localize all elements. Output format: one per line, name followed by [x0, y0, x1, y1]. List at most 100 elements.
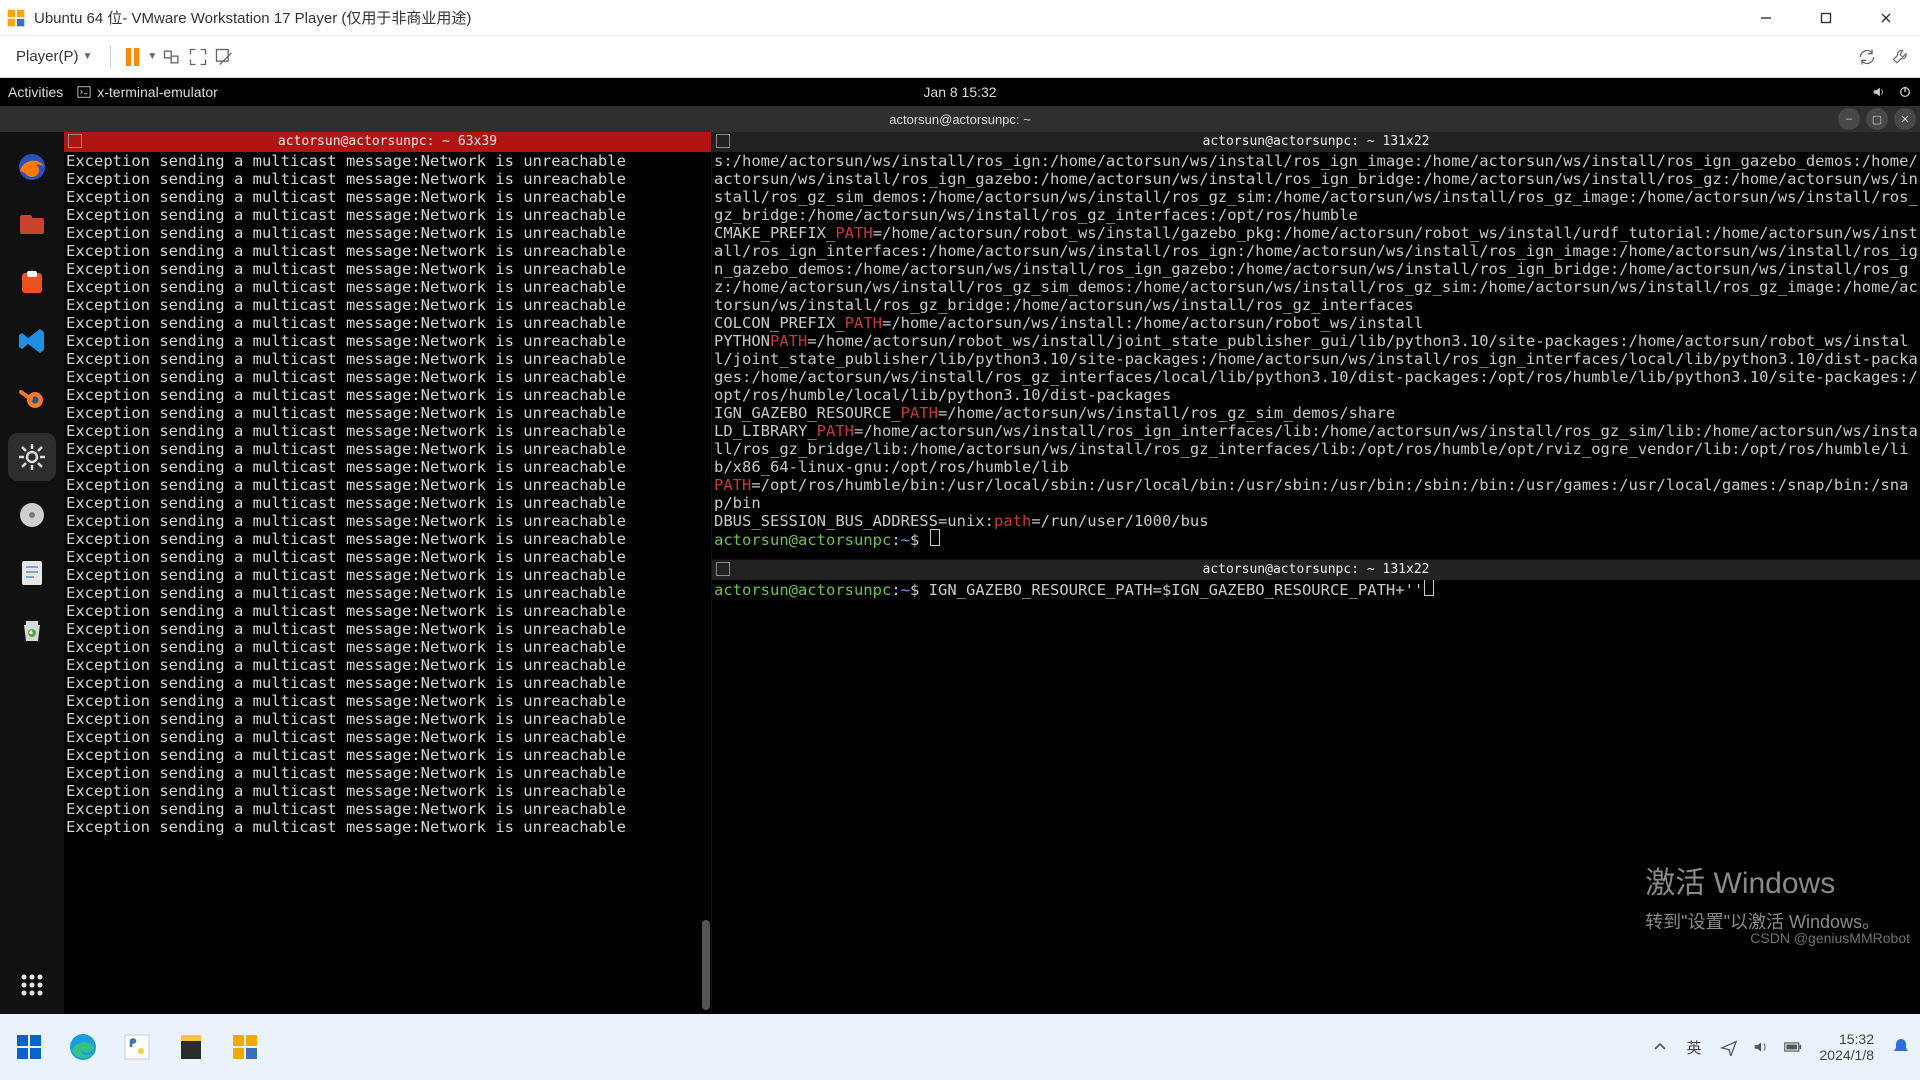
- terminal-icon: [77, 85, 91, 99]
- env-line: s:/home/actorsun/ws/install/ros_ign:/hom…: [714, 152, 1918, 224]
- player-menu-label: Player(P): [16, 48, 79, 65]
- wm-close-button[interactable]: ✕: [1894, 108, 1916, 130]
- dock-text-editor[interactable]: [8, 549, 56, 597]
- host-close-button[interactable]: [1856, 0, 1916, 36]
- start-button[interactable]: [10, 1028, 48, 1066]
- pane-titlebar: actorsun@actorsunpc: ~ 63x39: [64, 132, 711, 152]
- scrollbar[interactable]: [701, 152, 711, 1014]
- env-line: DBUS_SESSION_BUS_ADDRESS=unix:path=/run/…: [714, 512, 1918, 530]
- wm-maximize-button[interactable]: ▢: [1866, 108, 1888, 130]
- chevron-down-icon[interactable]: ▼: [147, 51, 157, 62]
- prompt-line[interactable]: actorsun@actorsunpc:~$ IGN_GAZEBO_RESOUR…: [714, 580, 1918, 599]
- host-window-titlebar: Ubuntu 64 位- VMware Workstation 17 Playe…: [0, 0, 1920, 36]
- prompt-line[interactable]: actorsun@actorsunpc:~$: [714, 530, 1918, 549]
- tray-clock[interactable]: 15:32 2024/1/8: [1820, 1031, 1875, 1063]
- log-line: Exception sending a multicast message:Ne…: [66, 296, 709, 314]
- dock-firefox[interactable]: [8, 143, 56, 191]
- player-menu[interactable]: Player(P) ▼: [8, 44, 100, 69]
- power-icon[interactable]: [1898, 85, 1912, 99]
- tray-chevron-up-icon[interactable]: [1652, 1039, 1668, 1055]
- vmware-toolbar: Player(P) ▼ ▼: [0, 36, 1920, 78]
- tray-ime-indicator[interactable]: 英: [1686, 1037, 1701, 1058]
- log-line: Exception sending a multicast message:Ne…: [66, 674, 709, 692]
- log-line: Exception sending a multicast message:Ne…: [66, 386, 709, 404]
- log-line: Exception sending a multicast message:Ne…: [66, 422, 709, 440]
- wm-minimize-button[interactable]: –: [1838, 108, 1860, 130]
- fullscreen-button[interactable]: [187, 46, 209, 68]
- terminal-window-titlebar[interactable]: actorsun@actorsunpc: ~ – ▢ ✕: [0, 106, 1920, 132]
- tray-time: 15:32: [1839, 1031, 1874, 1047]
- dock-disc[interactable]: [8, 491, 56, 539]
- dock-trash[interactable]: [8, 607, 56, 655]
- cycle-skins-button[interactable]: [1856, 46, 1878, 68]
- terminal-output[interactable]: s:/home/actorsun/ws/install/ros_ign:/hom…: [712, 152, 1920, 559]
- log-line: Exception sending a multicast message:Ne…: [66, 404, 709, 422]
- env-line: PATH=/opt/ros/humble/bin:/usr/local/sbin…: [714, 476, 1918, 512]
- tray-battery-icon[interactable]: [1784, 1038, 1802, 1056]
- log-line: Exception sending a multicast message:Ne…: [66, 728, 709, 746]
- log-line: Exception sending a multicast message:Ne…: [66, 476, 709, 494]
- terminal-output[interactable]: actorsun@actorsunpc:~$ IGN_GAZEBO_RESOUR…: [712, 580, 1920, 1014]
- pane-grid-icon: [716, 134, 730, 148]
- dock-blender[interactable]: [8, 375, 56, 423]
- guest-desktop: actorsun@actorsunpc: ~ 63x39 Exception s…: [0, 132, 1920, 1014]
- pause-vm-button[interactable]: [121, 46, 143, 68]
- activities-button[interactable]: Activities: [8, 84, 63, 100]
- env-line: IGN_GAZEBO_RESOURCE_PATH=/home/actorsun/…: [714, 404, 1918, 422]
- focused-app-indicator[interactable]: x-terminal-emulator: [77, 84, 218, 100]
- log-line: Exception sending a multicast message:Ne…: [66, 152, 709, 170]
- send-ctrl-alt-del-button[interactable]: [161, 46, 183, 68]
- separator: [110, 46, 111, 68]
- taskbar-vmware[interactable]: [226, 1028, 264, 1066]
- log-line: Exception sending a multicast message:Ne…: [66, 224, 709, 242]
- log-line: Exception sending a multicast message:Ne…: [66, 710, 709, 728]
- host-maximize-button[interactable]: [1796, 0, 1856, 36]
- vmware-app-icon: [6, 8, 26, 28]
- log-line: Exception sending a multicast message:Ne…: [66, 170, 709, 188]
- log-line: Exception sending a multicast message:Ne…: [66, 260, 709, 278]
- host-minimize-button[interactable]: [1736, 0, 1796, 36]
- log-line: Exception sending a multicast message:Ne…: [66, 530, 709, 548]
- log-line: Exception sending a multicast message:Ne…: [66, 350, 709, 368]
- volume-icon[interactable]: [1872, 85, 1886, 99]
- env-line: PYTHONPATH=/home/actorsun/robot_ws/insta…: [714, 332, 1918, 404]
- log-line: Exception sending a multicast message:Ne…: [66, 800, 709, 818]
- log-line: Exception sending a multicast message:Ne…: [66, 512, 709, 530]
- tray-airplane-icon[interactable]: [1720, 1038, 1738, 1056]
- pane-title: actorsun@actorsunpc: ~ 63x39: [278, 133, 497, 151]
- taskbar-notes[interactable]: [172, 1028, 210, 1066]
- log-line: Exception sending a multicast message:Ne…: [66, 368, 709, 386]
- log-line: Exception sending a multicast message:Ne…: [66, 638, 709, 656]
- log-line: Exception sending a multicast message:Ne…: [66, 746, 709, 764]
- terminal-window-title: actorsun@actorsunpc: ~: [889, 112, 1030, 127]
- log-line: Exception sending a multicast message:Ne…: [66, 332, 709, 350]
- clock-label[interactable]: Jan 8 15:32: [923, 84, 996, 100]
- log-line: Exception sending a multicast message:Ne…: [66, 818, 709, 836]
- tray-volume-icon[interactable]: [1752, 1038, 1770, 1056]
- taskbar-edge[interactable]: [64, 1028, 102, 1066]
- ubuntu-dock: [0, 132, 64, 1014]
- terminal-pane-bottom-right[interactable]: actorsun@actorsunpc: ~ 131x22 actorsun@a…: [712, 560, 1920, 1014]
- csdn-watermark: CSDN @geniusMMRobot: [1750, 930, 1910, 946]
- unity-mode-button[interactable]: [213, 46, 235, 68]
- pane-titlebar: actorsun@actorsunpc: ~ 131x22: [712, 132, 1920, 152]
- log-line: Exception sending a multicast message:Ne…: [66, 656, 709, 674]
- log-line: Exception sending a multicast message:Ne…: [66, 620, 709, 638]
- dock-vscode[interactable]: [8, 317, 56, 365]
- pane-title: actorsun@actorsunpc: ~ 131x22: [1203, 561, 1430, 579]
- dock-show-apps[interactable]: [8, 961, 56, 1009]
- terminal-pane-left[interactable]: actorsun@actorsunpc: ~ 63x39 Exception s…: [64, 132, 712, 1014]
- log-line: Exception sending a multicast message:Ne…: [66, 494, 709, 512]
- pane-title: actorsun@actorsunpc: ~ 131x22: [1203, 133, 1430, 151]
- pane-grid-icon: [68, 134, 82, 148]
- dock-settings[interactable]: [8, 433, 56, 481]
- tools-button[interactable]: [1890, 46, 1912, 68]
- dock-files[interactable]: [8, 201, 56, 249]
- taskbar-pycharm[interactable]: [118, 1028, 156, 1066]
- terminal-pane-top-right[interactable]: actorsun@actorsunpc: ~ 131x22 s:/home/ac…: [712, 132, 1920, 560]
- dock-software[interactable]: [8, 259, 56, 307]
- log-line: Exception sending a multicast message:Ne…: [66, 278, 709, 296]
- terminal-output[interactable]: Exception sending a multicast message:Ne…: [64, 152, 711, 1014]
- focused-app-label: x-terminal-emulator: [97, 84, 218, 100]
- tray-notifications-icon[interactable]: [1892, 1037, 1910, 1057]
